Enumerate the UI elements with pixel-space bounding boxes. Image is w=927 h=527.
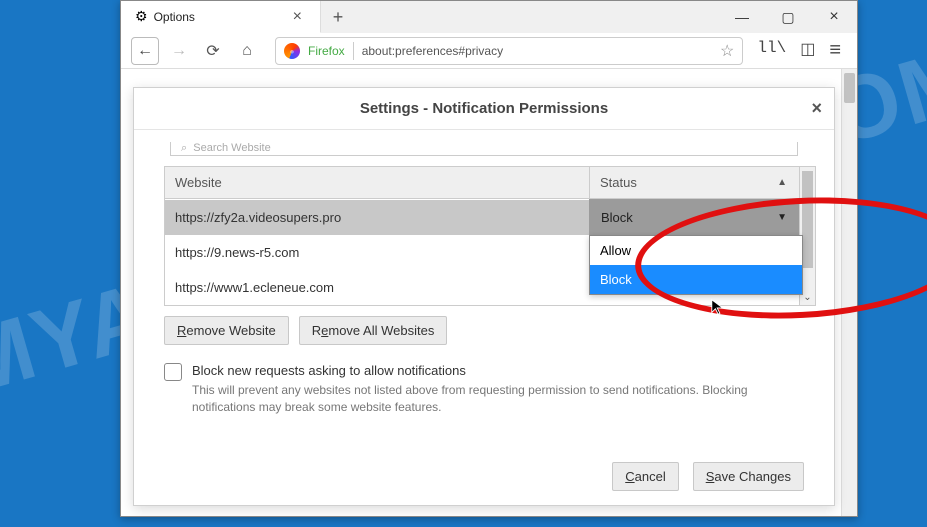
sidebar-icon[interactable]: ◫ xyxy=(800,39,815,62)
table-body: https://zfy2a.videosupers.pro Block ▼ Al… xyxy=(165,199,799,305)
status-value: Block xyxy=(601,210,633,225)
website-cell: https://zfy2a.videosupers.pro xyxy=(165,200,589,235)
toolbar-right: ll\ ◫ ≡ xyxy=(757,39,847,62)
block-new-text: Block new requests asking to allow notif… xyxy=(192,363,752,416)
page-scrollbar[interactable] xyxy=(841,69,857,516)
window-controls: — ▢ × xyxy=(719,1,857,33)
remove-buttons-row: Remove Website Remove All Websites xyxy=(164,316,816,345)
dialog-title: Settings - Notification Permissions xyxy=(360,100,608,117)
column-website[interactable]: Website xyxy=(165,167,589,198)
website-cell: https://9.news-r5.com xyxy=(165,235,589,270)
column-status[interactable]: Status ▲ xyxy=(589,167,799,198)
column-status-label: Status xyxy=(600,175,637,190)
chevron-down-icon: ▼ xyxy=(777,212,787,223)
firefox-label: Firefox xyxy=(308,44,345,58)
new-tab-button[interactable]: + xyxy=(321,1,355,33)
status-dropdown[interactable]: Block ▼ xyxy=(589,199,799,235)
home-button[interactable]: ⌂ xyxy=(233,37,261,65)
table-header: Website Status ▲ xyxy=(165,167,799,199)
notification-permissions-dialog: Settings - Notification Permissions × ⌕ … xyxy=(133,87,835,506)
remove-all-websites-button[interactable]: Remove All Websites xyxy=(299,316,448,345)
url-bar: ← → ⟳ ⌂ Firefox about:preferences#privac… xyxy=(121,33,857,69)
table-scrollbar-thumb[interactable] xyxy=(802,171,813,268)
dialog-title-bar: Settings - Notification Permissions × xyxy=(134,88,834,130)
remove-website-button[interactable]: Remove Website xyxy=(164,316,289,345)
browser-tab[interactable]: ⚙ Options × xyxy=(121,1,321,33)
table-row[interactable]: https://zfy2a.videosupers.pro Block ▼ Al… xyxy=(165,199,799,235)
status-cell: Block ▼ Allow Block xyxy=(589,199,799,235)
title-bar: ⚙ Options × + — ▢ × xyxy=(121,1,857,33)
forward-button: → xyxy=(165,37,193,65)
reload-button[interactable]: ⟳ xyxy=(199,37,227,65)
website-cell: https://www1.ecleneue.com xyxy=(165,270,589,305)
block-new-label: Block new requests asking to allow notif… xyxy=(192,363,752,378)
block-new-description: This will prevent any websites not liste… xyxy=(192,382,752,416)
address-bar[interactable]: Firefox about:preferences#privacy ☆ xyxy=(275,37,743,65)
bookmark-star-icon[interactable]: ☆ xyxy=(720,41,734,61)
library-icon[interactable]: ll\ xyxy=(757,39,786,62)
sort-arrow-icon: ▲ xyxy=(777,177,787,188)
permissions-table: Website Status ▲ https://zfy2a.videosupe… xyxy=(164,166,800,306)
tab-close-icon[interactable]: × xyxy=(287,8,308,26)
content-area: Settings - Notification Permissions × ⌕ … xyxy=(121,69,857,516)
dialog-footer: Cancel Save Changes xyxy=(134,452,834,505)
maximize-button[interactable]: ▢ xyxy=(765,1,811,33)
dialog-close-button[interactable]: × xyxy=(811,98,822,119)
browser-window: ⚙ Options × + — ▢ × ← → ⟳ ⌂ Firefox abou… xyxy=(120,0,858,517)
status-dropdown-menu: Allow Block xyxy=(589,235,803,295)
scrollbar-thumb[interactable] xyxy=(844,73,855,103)
cancel-button[interactable]: Cancel xyxy=(612,462,678,491)
back-button[interactable]: ← xyxy=(131,37,159,65)
option-allow[interactable]: Allow xyxy=(590,236,802,265)
menu-icon[interactable]: ≡ xyxy=(829,39,841,62)
save-changes-button[interactable]: Save Changes xyxy=(693,462,804,491)
firefox-icon xyxy=(284,43,300,59)
tab-title: Options xyxy=(154,10,281,24)
block-new-row: Block new requests asking to allow notif… xyxy=(164,363,816,416)
search-input[interactable]: ⌕ Search Website xyxy=(170,142,798,156)
gear-icon: ⚙ xyxy=(135,8,148,25)
dialog-body: ⌕ Search Website Website Status ▲ xyxy=(134,130,834,452)
close-window-button[interactable]: × xyxy=(811,1,857,33)
permissions-table-wrap: Website Status ▲ https://zfy2a.videosupe… xyxy=(164,166,816,306)
url-text: about:preferences#privacy xyxy=(362,44,712,58)
separator xyxy=(353,42,354,60)
minimize-button[interactable]: — xyxy=(719,1,765,33)
option-block[interactable]: Block xyxy=(590,265,802,294)
block-new-checkbox[interactable] xyxy=(164,363,182,381)
